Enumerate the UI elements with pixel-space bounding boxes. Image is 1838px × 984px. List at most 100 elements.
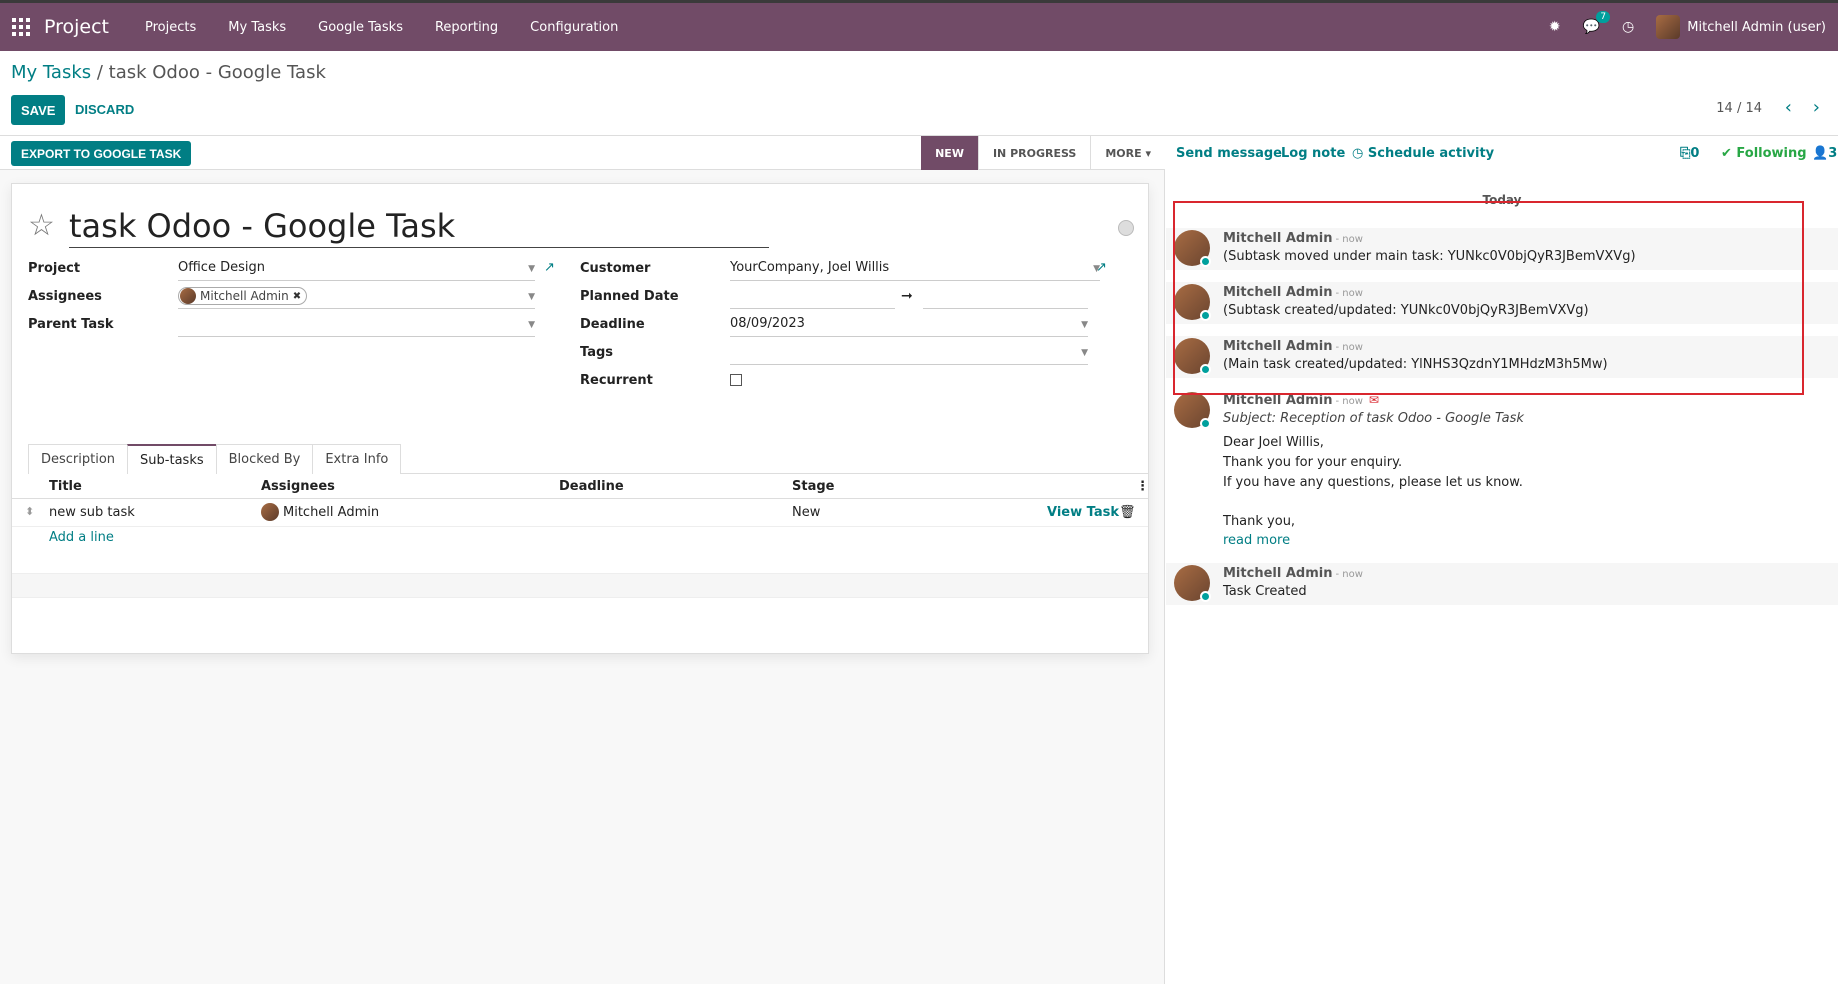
status-bar: EXPORT TO GOOGLE TASK NEW IN PROGRESS MO… — [0, 136, 1165, 170]
online-status-icon — [1200, 310, 1211, 321]
menu-projects[interactable]: Projects — [129, 20, 212, 35]
activity-clock-icon[interactable]: ◷ — [1622, 19, 1634, 35]
schedule-activity-button[interactable]: ◷ Schedule activity — [1352, 146, 1494, 161]
trash-icon[interactable]: 🗑 — [1119, 505, 1136, 520]
row-title[interactable]: new sub task — [49, 505, 135, 520]
parent-task-field[interactable]: ▼ — [178, 316, 535, 337]
following-label: Following — [1736, 146, 1807, 161]
online-status-icon — [1200, 256, 1211, 267]
breadcrumb-current: task Odoo - Google Task — [108, 62, 326, 83]
breadcrumb-my-tasks[interactable]: My Tasks — [11, 62, 91, 83]
tab-blocked-by[interactable]: Blocked By — [215, 444, 314, 474]
optional-columns-icon[interactable]: ⋮ — [1136, 479, 1149, 494]
deadline-field[interactable]: 08/09/2023 ▼ — [730, 316, 1088, 337]
attachments-button[interactable]: ⎘0 — [1680, 146, 1699, 161]
following-button[interactable]: ✔ Following — [1721, 146, 1807, 161]
followers-button[interactable]: 👤3 — [1812, 146, 1837, 161]
arrow-right-icon: ➞ — [901, 288, 913, 304]
table-row[interactable]: ⬍ new sub task Mitchell Admin New View T… — [12, 499, 1148, 527]
author-avatar[interactable] — [1174, 230, 1211, 267]
planned-date-end-field[interactable] — [923, 288, 1088, 309]
menu-configuration[interactable]: Configuration — [514, 20, 634, 35]
author-avatar[interactable] — [1174, 392, 1211, 429]
tab-extra-info[interactable]: Extra Info — [312, 444, 402, 474]
chatter-message: Mitchell Admin - now ✉ Subject: Reception … — [1166, 390, 1838, 552]
menu-reporting[interactable]: Reporting — [419, 20, 514, 35]
project-field[interactable]: Office Design ▼ — [178, 260, 535, 281]
followers-count: 3 — [1828, 146, 1838, 161]
online-status-icon — [1200, 364, 1211, 375]
assignees-field[interactable]: Mitchell Admin ✖ ▼ — [178, 287, 535, 309]
add-line-link[interactable]: Add a line — [49, 530, 114, 545]
pager-value[interactable]: 14 / 14 — [1716, 101, 1762, 116]
external-link-icon[interactable]: ↗ — [1096, 260, 1107, 275]
attachment-count: 0 — [1690, 146, 1700, 161]
tab-description[interactable]: Description — [28, 444, 129, 474]
view-task-button[interactable]: View Task — [1047, 505, 1119, 520]
planned-date-start-field[interactable] — [730, 288, 895, 309]
message-author[interactable]: Mitchell Admin - now ✉ — [1223, 393, 1379, 408]
external-link-icon[interactable]: ↗ — [544, 260, 555, 275]
paperclip-icon: ⎘ — [1680, 146, 1691, 161]
message-time: - now — [1335, 234, 1363, 245]
message-body-line: Dear Joel Willis, — [1223, 435, 1324, 450]
message-author[interactable]: Mitchell Admin - now — [1223, 566, 1363, 581]
deadline-value: 08/09/2023 — [730, 316, 805, 331]
clock-icon: ◷ — [1352, 146, 1368, 161]
app-brand[interactable]: Project — [44, 16, 109, 38]
read-more-link[interactable]: read more — [1223, 533, 1290, 548]
stage-new[interactable]: NEW — [921, 136, 978, 170]
recurrent-checkbox[interactable] — [730, 374, 742, 386]
user-menu[interactable]: Mitchell Admin (user) — [1687, 20, 1826, 35]
online-status-icon — [1200, 591, 1211, 602]
tab-sub-tasks[interactable]: Sub-tasks — [127, 444, 217, 474]
stage-in-progress[interactable]: IN PROGRESS — [977, 136, 1090, 170]
avatar — [261, 503, 279, 521]
check-icon: ✔ — [1721, 146, 1737, 161]
task-title-field[interactable]: task Odoo - Google Task — [69, 207, 769, 248]
column-assignees[interactable]: Assignees — [261, 479, 335, 494]
drag-handle-icon[interactable]: ⬍ — [25, 505, 34, 518]
date-separator: Today — [1482, 193, 1522, 207]
kanban-state-icon[interactable] — [1118, 220, 1134, 236]
save-button[interactable]: SAVE — [11, 95, 66, 125]
message-author[interactable]: Mitchell Admin - now — [1223, 339, 1363, 354]
stage-more[interactable]: MORE ▾ — [1090, 136, 1165, 170]
tags-field[interactable]: ▼ — [730, 344, 1088, 365]
column-stage[interactable]: Stage — [792, 479, 834, 494]
row-stage[interactable]: New — [792, 505, 820, 520]
log-note-button[interactable]: Log note — [1281, 146, 1345, 161]
user-avatar[interactable] — [1656, 15, 1681, 39]
pager-previous-icon[interactable]: ‹ — [1785, 97, 1792, 118]
remove-tag-icon[interactable]: ✖ — [293, 291, 301, 302]
author-name: Mitchell Admin — [1223, 393, 1333, 408]
planned-date-label: Planned Date — [580, 289, 679, 304]
export-google-task-button[interactable]: EXPORT TO GOOGLE TASK — [11, 141, 192, 166]
bug-icon[interactable]: ✹ — [1549, 19, 1561, 35]
message-body: (Subtask created/updated: YUNkc0V0bjQyR3… — [1223, 303, 1589, 318]
message-author[interactable]: Mitchell Admin - now — [1223, 231, 1363, 246]
messages-icon[interactable]: 💬 7 — [1583, 11, 1611, 35]
author-name: Mitchell Admin — [1223, 339, 1333, 354]
app-grid-icon[interactable] — [11, 17, 31, 37]
discard-button[interactable]: DISCARD — [75, 95, 134, 125]
menu-my-tasks[interactable]: My Tasks — [212, 20, 302, 35]
message-body-line: Thank you for your enquiry. — [1223, 455, 1403, 470]
priority-star-icon[interactable]: ☆ — [28, 208, 55, 243]
send-message-button[interactable]: Send message — [1176, 146, 1282, 161]
author-avatar[interactable] — [1174, 565, 1211, 602]
message-body-line: If you have any questions, please let us… — [1223, 475, 1523, 490]
author-avatar[interactable] — [1174, 284, 1211, 321]
message-author[interactable]: Mitchell Admin - now — [1223, 285, 1363, 300]
author-avatar[interactable] — [1174, 338, 1211, 375]
customer-field[interactable]: YourCompany, Joel Willis ▼ — [730, 260, 1100, 281]
online-status-icon — [1200, 418, 1211, 429]
column-deadline[interactable]: Deadline — [559, 479, 624, 494]
envelope-icon[interactable]: ✉ — [1369, 393, 1379, 407]
column-title[interactable]: Title — [49, 479, 82, 494]
author-name: Mitchell Admin — [1223, 231, 1333, 246]
form-sheet: ☆ task Odoo - Google Task Project Office… — [11, 183, 1149, 654]
pager-next-icon[interactable]: › — [1813, 97, 1820, 118]
message-body-line: Thank you, — [1223, 514, 1296, 529]
menu-google-tasks[interactable]: Google Tasks — [302, 20, 419, 35]
